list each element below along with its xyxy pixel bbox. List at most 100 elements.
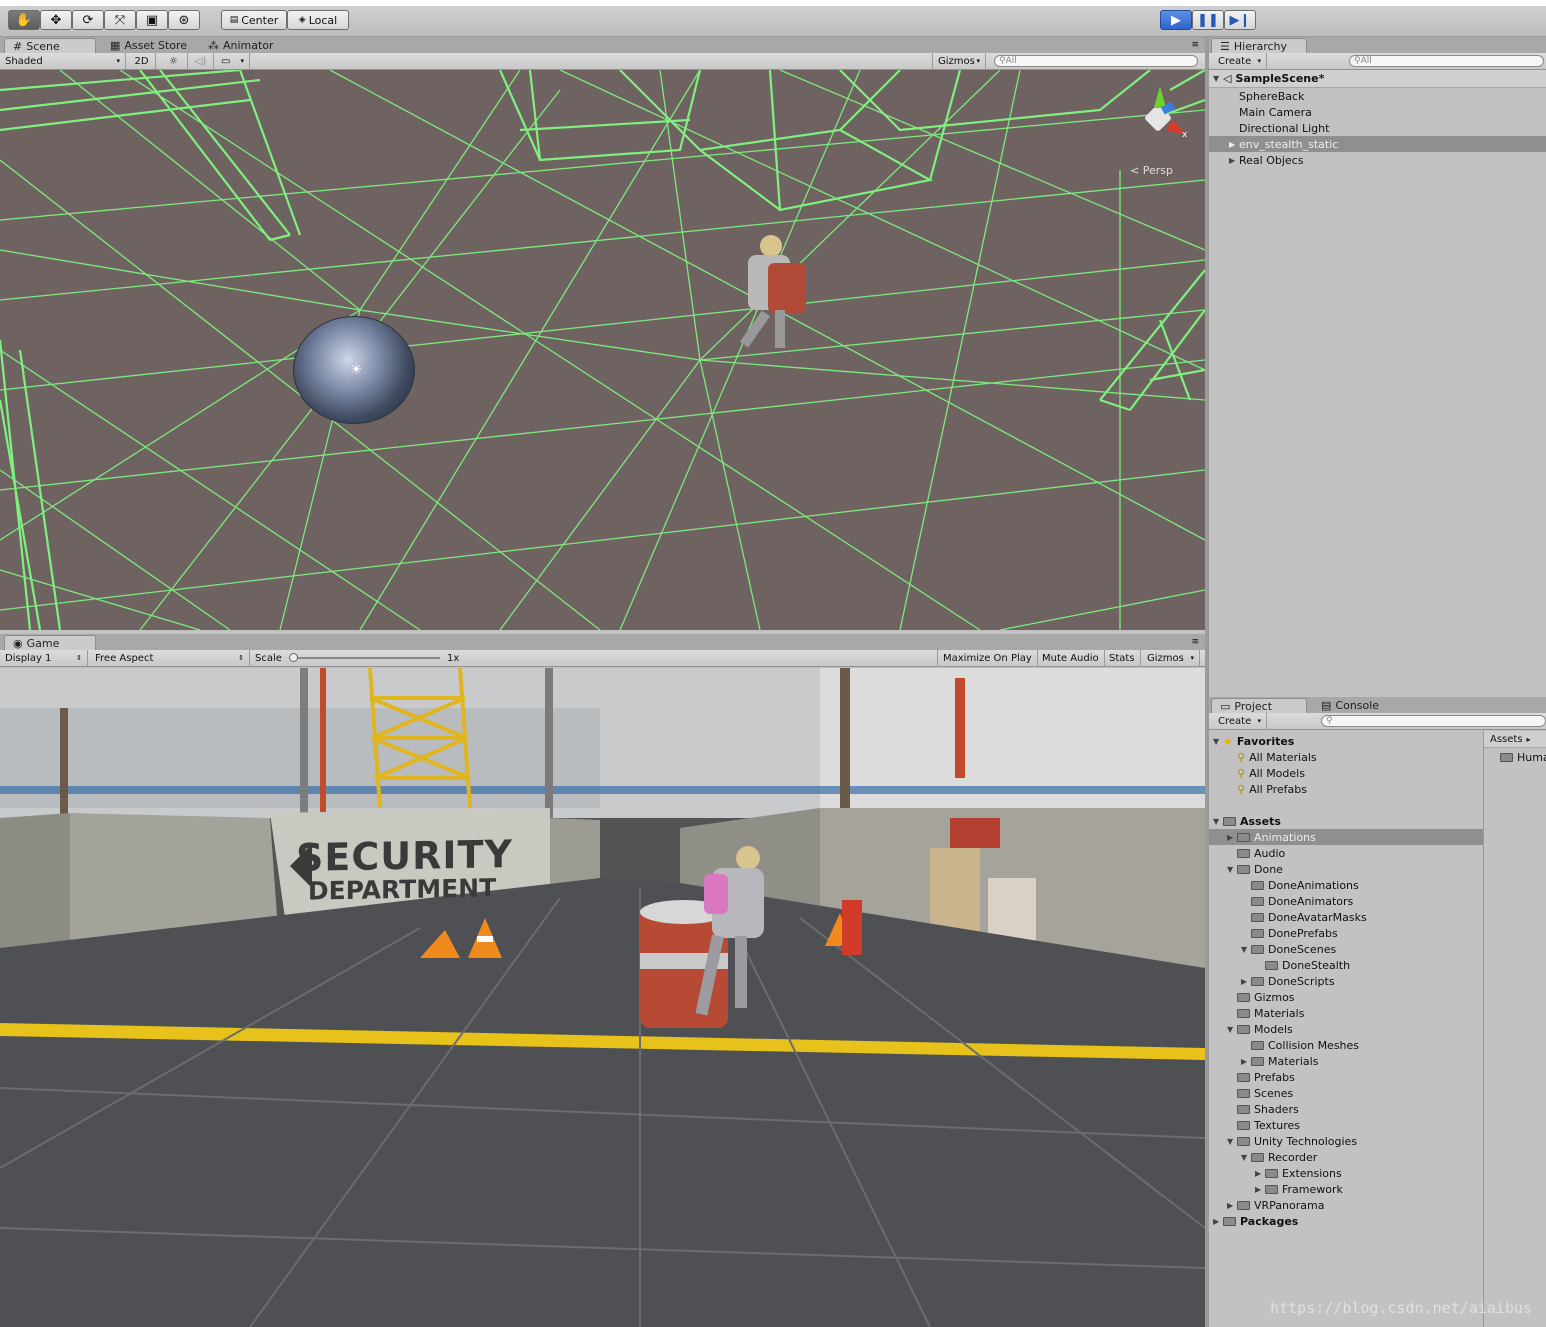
pivot-center-button[interactable]: ▤ Center [221, 10, 287, 30]
project-tree-item[interactable]: DonePrefabs [1209, 925, 1338, 941]
project-tree-item[interactable]: Prefabs [1209, 1069, 1295, 1085]
project-tree-item[interactable]: ▼ Done [1209, 861, 1283, 877]
project-tree-item[interactable]: Collision Meshes [1209, 1037, 1359, 1053]
move-tool-button[interactable]: ✥ [40, 10, 72, 30]
project-tree-item[interactable]: DoneAvatarMasks [1209, 909, 1367, 925]
lighting-toggle[interactable]: ☼ [160, 53, 188, 69]
project-tree-item[interactable]: ⚲ All Prefabs [1209, 781, 1307, 797]
tab-game[interactable]: ◉ Game [4, 635, 96, 650]
project-breadcrumb[interactable]: Assets ▸ [1484, 731, 1546, 748]
tab-hierarchy[interactable]: ☰ Hierarchy [1211, 38, 1307, 53]
project-tree-item[interactable]: ▶ Materials [1209, 1053, 1318, 1069]
hierarchy-item[interactable]: SphereBack [1209, 88, 1546, 104]
scene-search-input[interactable]: ⚲ All [994, 55, 1198, 67]
project-tree-item[interactable]: ▼ Unity Technologies [1209, 1133, 1357, 1149]
collapsed-arrow-icon[interactable]: ▶ [1213, 1217, 1223, 1226]
tab-animator[interactable]: ⁂ Animator [200, 38, 282, 53]
project-tree-item[interactable]: Textures [1209, 1117, 1300, 1133]
project-tree-item[interactable]: ▶ DoneScripts [1209, 973, 1335, 989]
project-tree-item[interactable]: DoneStealth [1209, 957, 1350, 973]
scene-orientation-gizmo[interactable]: x [1128, 86, 1190, 146]
hierarchy-item[interactable]: Directional Light [1209, 120, 1546, 136]
expand-arrow-icon[interactable]: ▼ [1213, 817, 1223, 826]
main-toolbar: ✋ ✥ ⟳ ⤧ ▣ ⊛ ▤ Center ◈ Local ▶ ❚❚ ▶❙ [0, 6, 1546, 37]
pause-button[interactable]: ❚❚ [1192, 10, 1224, 30]
hierarchy-item[interactable]: Main Camera [1209, 104, 1546, 120]
project-tree-item[interactable]: DoneAnimators [1209, 893, 1353, 909]
transform-tool-button[interactable]: ⊛ [168, 10, 200, 30]
panel-menu-icon[interactable]: ≡ [1191, 637, 1199, 647]
persp-label[interactable]: < Persp [1130, 164, 1173, 177]
rotate-tool-button[interactable]: ⟳ [72, 10, 104, 30]
tab-asset-store[interactable]: ▦ Asset Store [102, 38, 195, 53]
space-local-button[interactable]: ◈ Local [287, 10, 349, 30]
tab-console[interactable]: ▤ Console [1313, 698, 1387, 713]
collapsed-arrow-icon[interactable]: ▶ [1255, 1185, 1265, 1194]
stats-toggle[interactable]: Stats [1104, 650, 1141, 666]
project-tree-item[interactable]: Scenes [1209, 1085, 1293, 1101]
project-tree-item[interactable]: Gizmos [1209, 989, 1295, 1005]
project-tree-item[interactable]: Materials [1209, 1005, 1304, 1021]
hierarchy-item[interactable]: ▶ Real Objecs [1209, 152, 1546, 168]
game-gizmos-dropdown[interactable]: Gizmos ▾ [1142, 650, 1200, 666]
panel-menu-icon[interactable]: ≡ [1191, 40, 1199, 50]
shading-mode-dropdown[interactable]: Shaded ▾ [0, 53, 126, 69]
scale-tool-button[interactable]: ⤧ [104, 10, 136, 30]
collapsed-arrow-icon[interactable]: ▶ [1229, 140, 1239, 149]
project-tree-item[interactable]: ▶ Packages [1209, 1213, 1298, 1229]
project-tree-item[interactable]: Shaders [1209, 1101, 1299, 1117]
hierarchy-search-input[interactable]: ⚲ All [1349, 55, 1544, 67]
project-tree-item[interactable]: Audio [1209, 845, 1285, 861]
asset-list-item[interactable]: Huma [1500, 751, 1546, 764]
project-tree-item[interactable]: ▶ Extensions [1209, 1165, 1342, 1181]
step-button[interactable]: ▶❙ [1224, 10, 1256, 30]
effects-dropdown[interactable]: ▭ ▾ [216, 53, 250, 69]
audio-toggle[interactable]: ◁) [188, 53, 214, 69]
project-tree-item[interactable]: ▶ Framework [1209, 1181, 1343, 1197]
project-tree-item[interactable]: ⚲ All Materials [1209, 749, 1317, 765]
rect-tool-button[interactable]: ▣ [136, 10, 168, 30]
expand-arrow-icon[interactable]: ▼ [1241, 945, 1251, 954]
project-tree-item[interactable]: ⚲ All Models [1209, 765, 1305, 781]
hierarchy-create-dropdown[interactable]: Create ▾ [1213, 53, 1267, 69]
expand-arrow-icon[interactable]: ▼ [1227, 1137, 1237, 1146]
collapsed-arrow-icon[interactable]: ▶ [1241, 977, 1251, 986]
expand-arrow-icon[interactable]: ▼ [1213, 74, 1223, 83]
project-tree-item[interactable]: ▶ Animations [1209, 829, 1483, 845]
scale-slider-track[interactable] [292, 657, 440, 659]
scale-slider-handle[interactable] [289, 653, 298, 662]
tab-scene[interactable]: # Scene [4, 38, 96, 53]
collapsed-arrow-icon[interactable]: ▶ [1255, 1169, 1265, 1178]
play-button[interactable]: ▶ [1160, 10, 1192, 30]
mute-audio-toggle[interactable]: Mute Audio [1037, 650, 1105, 666]
project-tree-item[interactable]: ▼ ★ Favorites [1209, 733, 1294, 749]
project-tree-item[interactable]: ▼ DoneScenes [1209, 941, 1336, 957]
maximize-on-play-toggle[interactable]: Maximize On Play [937, 650, 1038, 666]
collapsed-arrow-icon[interactable]: ▶ [1229, 156, 1239, 165]
character-figure[interactable] [720, 235, 810, 350]
collapsed-arrow-icon[interactable]: ▶ [1241, 1057, 1251, 1066]
collapsed-arrow-icon[interactable]: ▶ [1227, 1201, 1237, 1210]
project-search-input[interactable]: ⚲ [1321, 715, 1546, 727]
expand-arrow-icon[interactable]: ▼ [1213, 737, 1223, 746]
project-tree-item[interactable]: DoneAnimations [1209, 877, 1359, 893]
expand-arrow-icon[interactable]: ▼ [1227, 865, 1237, 874]
project-tree-item[interactable]: ▶ VRPanorama [1209, 1197, 1324, 1213]
display-dropdown[interactable]: Display 1 ⇕ [0, 650, 88, 666]
expand-arrow-icon[interactable]: ▼ [1227, 1025, 1237, 1034]
scene-gizmos-dropdown[interactable]: Gizmos ▾ [932, 53, 986, 69]
project-tree-item[interactable]: ▼ Models [1209, 1021, 1293, 1037]
scene-viewport[interactable]: ☀ x < Persp [0, 70, 1205, 630]
collapsed-arrow-icon[interactable]: ▶ [1227, 833, 1237, 842]
scene-header-row[interactable]: ▼ ◁ SampleScene* [1209, 70, 1546, 88]
project-tree-item[interactable]: ▼ Assets [1209, 813, 1281, 829]
aspect-dropdown[interactable]: Free Aspect ⇕ [90, 650, 250, 666]
project-create-dropdown[interactable]: Create ▾ [1213, 713, 1267, 729]
expand-arrow-icon[interactable]: ▼ [1241, 1153, 1251, 1162]
hand-tool-button[interactable]: ✋ [8, 10, 40, 30]
tab-project[interactable]: ▭ Project [1211, 698, 1307, 713]
game-viewport[interactable]: SECURITY DEPARTMENT [0, 668, 1205, 1327]
toggle-2d-button[interactable]: 2D [128, 53, 156, 69]
project-tree-item[interactable]: ▼ Recorder [1209, 1149, 1317, 1165]
hierarchy-item-selected[interactable]: ▶ env_stealth_static [1209, 136, 1546, 152]
